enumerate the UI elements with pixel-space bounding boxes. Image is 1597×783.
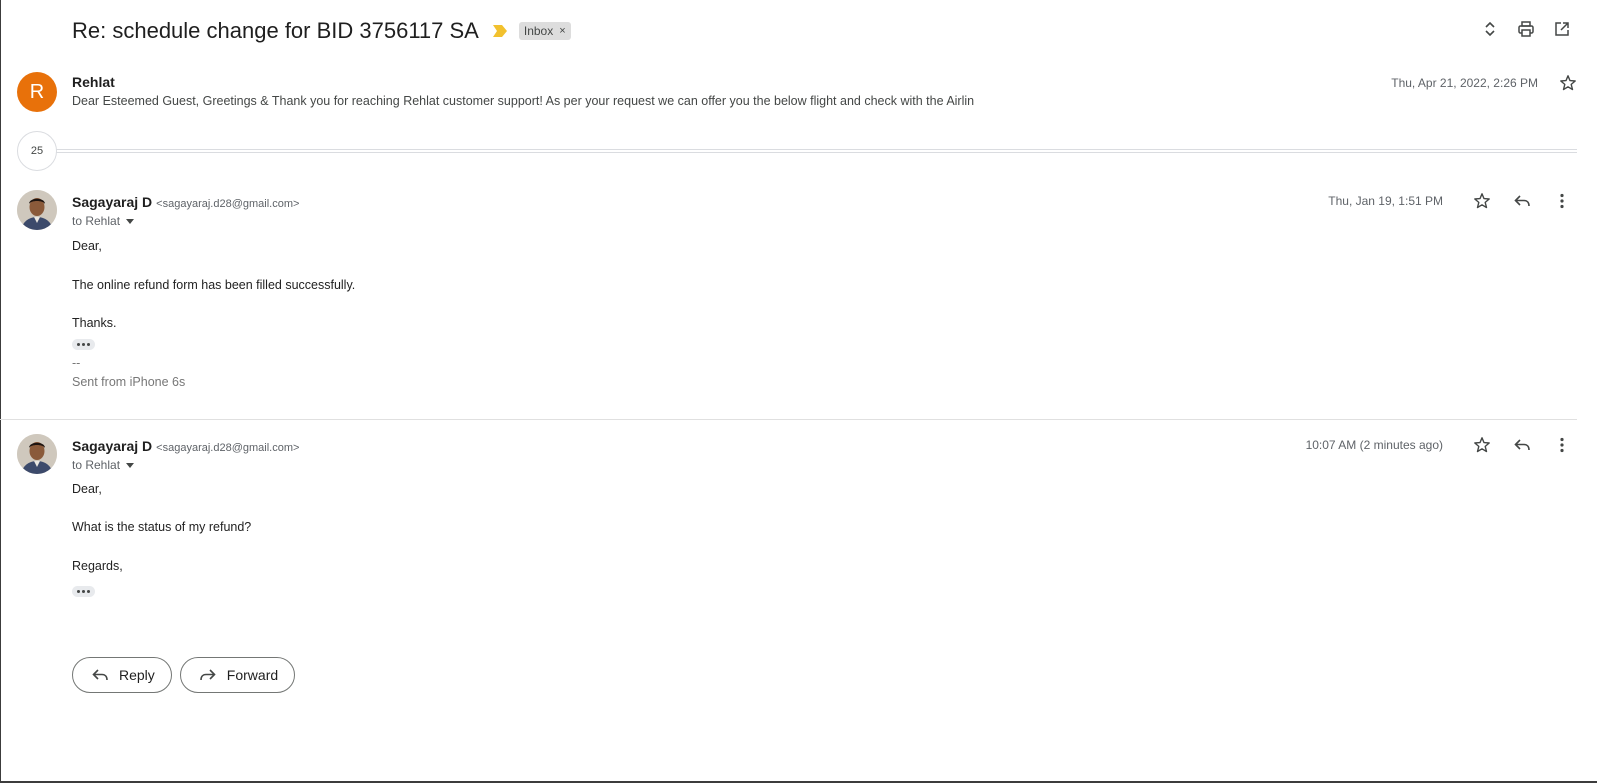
star-icon[interactable] [1559, 74, 1577, 92]
forward-button-label: Forward [226, 667, 279, 683]
star-icon[interactable] [1473, 192, 1491, 210]
reply-icon[interactable] [1513, 192, 1531, 210]
signature-separator: -- [72, 356, 81, 370]
recipient-line: to Rehlat [72, 458, 135, 472]
message-divider [0, 419, 1577, 420]
message-actions: 10:07 AM (2 minutes ago) [1306, 436, 1571, 454]
sender-email: <sagayaraj.d28@gmail.com> [156, 198, 300, 210]
message-header: Sagayaraj D <sagayaraj.d28@gmail.com> [72, 438, 299, 454]
message-snippet: Dear Esteemed Guest, Greetings & Thank y… [72, 94, 975, 108]
signature: Sent from iPhone 6s [72, 375, 186, 389]
expand-collapse-icon[interactable] [1481, 20, 1499, 38]
open-in-new-window-icon[interactable] [1553, 20, 1571, 38]
reply-forward-bar: Reply Forward [72, 657, 296, 693]
star-icon[interactable] [1473, 436, 1491, 454]
avatar [17, 190, 57, 230]
stacked-messages-divider [56, 149, 1577, 153]
sender-avatar: R [17, 72, 57, 112]
sender-name: Rehlat [72, 74, 115, 90]
message-date: Thu, Jan 19, 1:51 PM [1328, 194, 1443, 208]
more-options-icon[interactable] [1553, 192, 1571, 210]
more-options-icon[interactable] [1553, 436, 1571, 454]
body-line: The online refund form has been filled s… [72, 278, 356, 292]
expanded-message: Sagayaraj D <sagayaraj.d28@gmail.com> to… [0, 432, 1597, 632]
hidden-messages-count-button[interactable]: 25 [17, 131, 57, 171]
message-actions: Thu, Jan 19, 1:51 PM [1328, 192, 1571, 210]
show-details-caret-icon[interactable] [126, 462, 135, 468]
message-date: 10:07 AM (2 minutes ago) [1305, 438, 1443, 452]
show-trimmed-content-button[interactable] [72, 586, 95, 597]
body-line: Dear, [72, 239, 102, 253]
reply-button-label: Reply [119, 667, 155, 683]
thread-toolbar [1481, 20, 1571, 38]
importance-marker-icon[interactable] [492, 25, 507, 37]
forward-icon [199, 669, 216, 681]
body-line: Regards, [72, 559, 123, 573]
recipient-text: to Rehlat [72, 458, 121, 472]
body-line: Thanks. [72, 316, 117, 330]
body-line: Dear, [72, 482, 102, 496]
thread-subject: Re: schedule change for BID 3756117 SA [72, 18, 479, 43]
recipient-line: to Rehlat [72, 214, 135, 228]
sender-name[interactable]: Sagayaraj D [72, 194, 152, 210]
inbox-label-chip: Inbox × [518, 22, 571, 40]
subject-row: Re: schedule change for BID 3756117 SA I… [72, 14, 571, 48]
collapsed-message[interactable]: R Rehlat Dear Esteemed Guest, Greetings … [0, 68, 1597, 128]
reply-icon[interactable] [1513, 436, 1531, 454]
label-text: Inbox [523, 24, 554, 38]
reply-button[interactable]: Reply [72, 657, 172, 693]
avatar [17, 434, 57, 474]
remove-label-icon[interactable]: × [559, 25, 565, 37]
forward-button[interactable]: Forward [179, 657, 296, 693]
message-header: Sagayaraj D <sagayaraj.d28@gmail.com> [72, 194, 299, 210]
show-trimmed-content-button[interactable] [72, 339, 95, 350]
show-details-caret-icon[interactable] [126, 218, 135, 224]
body-line: What is the status of my refund? [72, 520, 252, 534]
message-date: Thu, Apr 21, 2022, 2:26 PM [1391, 76, 1538, 90]
sender-email: <sagayaraj.d28@gmail.com> [156, 442, 300, 454]
reply-icon [92, 669, 108, 681]
sender-name[interactable]: Sagayaraj D [72, 438, 152, 454]
expanded-message: Sagayaraj D <sagayaraj.d28@gmail.com> to… [0, 188, 1597, 420]
print-icon[interactable] [1517, 20, 1535, 38]
recipient-text: to Rehlat [72, 214, 121, 228]
hidden-messages-row: 25 [0, 130, 1597, 172]
